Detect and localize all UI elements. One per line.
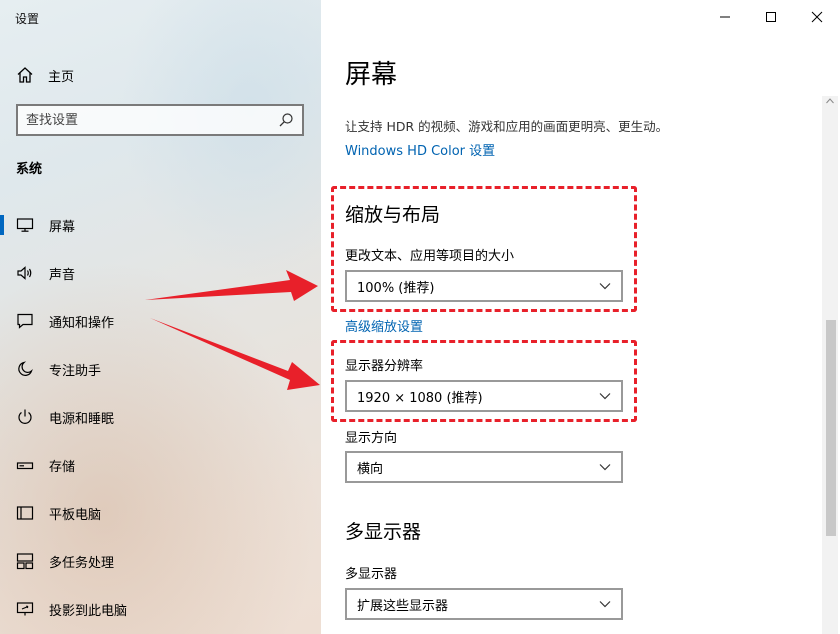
close-icon	[811, 11, 823, 23]
moon-icon	[18, 361, 33, 376]
maximize-icon	[766, 12, 776, 22]
sidebar-item-label: 电源和睡眠	[49, 411, 115, 427]
sidebar-item-storage[interactable]: 存储	[0, 445, 321, 485]
orientation-dropdown[interactable]: 横向	[345, 451, 623, 483]
monitor-icon	[16, 218, 34, 232]
sidebar-item-multitasking[interactable]: 多任务处理	[0, 541, 321, 581]
sidebar-item-label: 投影到此电脑	[49, 603, 128, 619]
multi-display-label: 多显示器	[345, 567, 398, 582]
sidebar-item-label: 专注助手	[49, 363, 102, 379]
scrollbar-thumb[interactable]	[826, 320, 836, 536]
chevron-down-icon	[599, 464, 611, 471]
sidebar-item-focus-assist[interactable]: 专注助手	[0, 349, 321, 389]
search-input[interactable]	[26, 112, 278, 128]
sidebar-item-label: 通知和操作	[49, 315, 115, 331]
projection-icon	[16, 602, 34, 616]
home-label: 主页	[48, 69, 75, 85]
active-indicator	[0, 215, 4, 235]
sidebar-item-power-sleep[interactable]: 电源和睡眠	[0, 397, 321, 437]
sidebar-item-sound[interactable]: 声音	[0, 253, 321, 293]
search-box[interactable]	[16, 104, 304, 136]
hd-color-settings-link[interactable]: Windows HD Color 设置	[345, 140, 495, 159]
sidebar-item-projection[interactable]: 投影到此电脑	[0, 589, 321, 629]
tablet-icon	[16, 506, 34, 520]
multi-display-dropdown[interactable]: 扩展这些显示器	[345, 588, 623, 620]
sidebar-item-label: 平板电脑	[49, 507, 102, 523]
sidebar-item-label: 声音	[49, 267, 76, 283]
advanced-scaling-link[interactable]: 高级缩放设置	[345, 316, 423, 335]
scroll-up-icon[interactable]	[826, 98, 834, 104]
sidebar-item-display[interactable]: 屏幕	[0, 205, 321, 245]
orientation-value: 横向	[357, 461, 384, 477]
orientation-label: 显示方向	[345, 431, 398, 446]
storage-icon	[16, 462, 34, 470]
sidebar-item-notifications[interactable]: 通知和操作	[0, 301, 321, 341]
sidebar-item-label: 屏幕	[49, 219, 76, 235]
power-icon	[18, 409, 32, 424]
chevron-down-icon	[599, 601, 611, 608]
notification-icon	[17, 313, 33, 329]
multi-display-heading: 多显示器	[345, 521, 422, 543]
section-title: 系统	[16, 162, 43, 177]
annotation-box-resolution	[331, 340, 637, 422]
sidebar-item-label: 存储	[49, 459, 76, 475]
window-title: 设置	[15, 12, 40, 26]
maximize-button[interactable]	[748, 0, 794, 34]
hdr-description: 让支持 HDR 的视频、游戏和应用的画面更明亮、更生动。	[345, 119, 669, 134]
sidebar-item-tablet[interactable]: 平板电脑	[0, 493, 321, 533]
home-nav-item[interactable]: 主页	[16, 64, 74, 86]
multitask-icon	[16, 553, 34, 570]
minimize-icon	[720, 16, 730, 18]
content-pane: 屏幕 让支持 HDR 的视频、游戏和应用的画面更明亮、更生动。 Windows …	[321, 0, 840, 634]
page-title: 屏幕	[345, 60, 398, 90]
multi-display-value: 扩展这些显示器	[357, 598, 449, 614]
close-button[interactable]	[794, 0, 840, 34]
speaker-icon	[17, 266, 32, 280]
search-icon[interactable]	[278, 112, 294, 128]
minimize-button[interactable]	[702, 0, 748, 34]
sidebar: 设置 主页 系统 屏幕 声音	[0, 0, 321, 634]
sidebar-item-label: 多任务处理	[49, 555, 115, 571]
annotation-box-scale	[331, 186, 637, 312]
home-icon	[17, 67, 33, 83]
scrollbar[interactable]	[822, 96, 838, 634]
